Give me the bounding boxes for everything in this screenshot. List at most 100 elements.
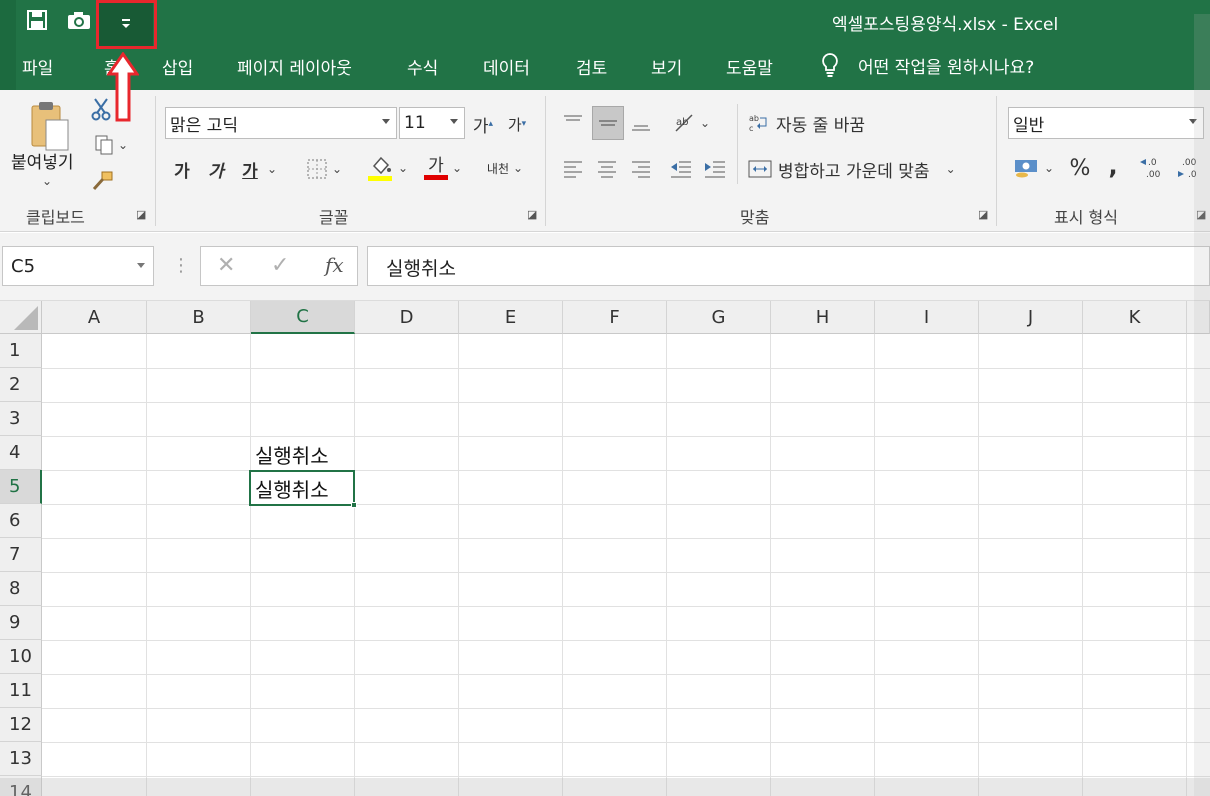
orientation-button[interactable]: ab ⌄	[668, 106, 714, 140]
percent-style-button[interactable]: %	[1064, 152, 1096, 184]
row-header-5[interactable]: 5	[0, 470, 42, 504]
wrap-text-icon: abc	[749, 114, 767, 133]
column-header-d[interactable]: D	[355, 301, 459, 334]
font-color-button[interactable]: 가 ⌄	[418, 152, 468, 184]
decrease-indent-icon[interactable]	[666, 152, 696, 186]
column-header-k[interactable]: K	[1083, 301, 1187, 334]
group-separator	[996, 96, 997, 226]
merge-center-icon	[748, 160, 772, 178]
grow-font-button[interactable]: 가 ▴	[469, 110, 497, 138]
gridline	[562, 334, 563, 796]
font-name-combo[interactable]: 맑은 고딕	[165, 107, 397, 139]
wrap-text-button[interactable]: ab c 자동 줄 바꿈	[748, 108, 865, 138]
align-right-icon[interactable]	[626, 152, 656, 186]
italic-button[interactable]: 가	[204, 154, 228, 184]
font-launcher-icon[interactable]: ◪	[527, 208, 537, 221]
phonetic-button[interactable]: 내천 ⌄	[480, 152, 530, 184]
tab-insert[interactable]: 삽입	[162, 54, 193, 79]
row-header-4[interactable]: 4	[0, 436, 42, 470]
merge-center-button[interactable]: 병합하고 가운데 맞춤 ⌄	[748, 154, 956, 184]
column-header-b[interactable]: B	[147, 301, 251, 334]
tab-page-layout[interactable]: 페이지 레이아웃	[237, 54, 352, 79]
font-name-value: 맑은 고딕	[170, 115, 238, 136]
row-header-13[interactable]: 13	[0, 742, 42, 776]
copy-button[interactable]: ⌄	[88, 132, 134, 158]
row-header-6[interactable]: 6	[0, 504, 42, 538]
insert-function-button[interactable]: fx	[325, 253, 344, 277]
tab-view[interactable]: 보기	[651, 54, 682, 79]
align-left-icon[interactable]	[558, 152, 588, 186]
row-header-3[interactable]: 3	[0, 402, 42, 436]
align-middle-icon[interactable]	[592, 106, 624, 140]
formula-bar-grip-icon[interactable]: ⋮	[172, 255, 190, 276]
formula-input[interactable]: 실행취소	[367, 246, 1210, 286]
select-all-button[interactable]	[0, 301, 42, 334]
row-header-1[interactable]: 1	[0, 334, 42, 368]
gridline	[146, 334, 147, 796]
title-bar: 엑셀포스팅용양식.xlsx - Excel 파일 홈 삽입 페이지 레이아웃 수…	[0, 0, 1210, 90]
active-cell-selection[interactable]	[249, 470, 357, 508]
font-size-value: 11	[404, 113, 426, 133]
row-header-10[interactable]: 10	[0, 640, 42, 674]
align-bottom-icon[interactable]	[626, 106, 656, 140]
alignment-launcher-icon[interactable]: ◪	[978, 208, 988, 221]
bold-button[interactable]: 가	[170, 154, 194, 184]
cell-c4[interactable]: 실행취소	[255, 440, 329, 469]
font-color-label: 가	[428, 155, 444, 176]
gridline	[1082, 334, 1083, 796]
cancel-entry-icon[interactable]: ✕	[217, 253, 235, 278]
tab-formulas[interactable]: 수식	[407, 54, 438, 79]
accounting-format-button[interactable]: ⌄	[1010, 152, 1058, 184]
row-header-7[interactable]: 7	[0, 538, 42, 572]
clipboard-launcher-icon[interactable]: ◪	[136, 208, 146, 221]
column-header-a[interactable]: A	[42, 301, 147, 334]
number-format-combo[interactable]: 일반	[1008, 107, 1204, 139]
name-box[interactable]: C5	[2, 246, 154, 286]
column-header-e[interactable]: E	[459, 301, 563, 334]
row-header-2[interactable]: 2	[0, 368, 42, 402]
column-header-c[interactable]: C	[251, 301, 355, 334]
tab-help[interactable]: 도움말	[726, 54, 773, 79]
underline-button[interactable]: 가	[238, 154, 262, 184]
borders-button[interactable]: ⌄	[300, 156, 348, 182]
row-header-12[interactable]: 12	[0, 708, 42, 742]
gridline	[250, 334, 251, 796]
align-top-icon[interactable]	[558, 106, 588, 140]
paste-dropdown-icon[interactable]: ⌄	[42, 174, 52, 188]
column-header-g[interactable]: G	[667, 301, 771, 334]
row-header-9[interactable]: 9	[0, 606, 42, 640]
tab-data[interactable]: 데이터	[483, 54, 530, 79]
tell-me-text: 어떤 작업을 원하시나요?	[858, 57, 1035, 78]
annotation-arrow-icon	[107, 52, 139, 122]
column-header-i[interactable]: I	[875, 301, 979, 334]
camera-icon[interactable]	[63, 4, 95, 36]
shrink-font-label: 가	[507, 115, 522, 134]
alignment-group-label: 맞춤	[740, 208, 770, 227]
fill-handle[interactable]	[351, 502, 357, 508]
align-center-icon[interactable]	[592, 152, 622, 186]
paste-button[interactable]: 붙여넣기	[11, 148, 74, 173]
tell-me-search[interactable]: 어떤 작업을 원하시나요?	[820, 52, 1034, 78]
row-header-8[interactable]: 8	[0, 572, 42, 606]
column-header-j[interactable]: J	[979, 301, 1083, 334]
fill-color-button[interactable]: ⌄	[364, 152, 412, 184]
font-color-dropdown-icon: ⌄	[451, 161, 463, 175]
tab-file[interactable]: 파일	[22, 54, 53, 79]
shrink-font-button[interactable]: 가 ▾	[503, 110, 531, 138]
save-icon[interactable]	[21, 4, 53, 36]
column-header-h[interactable]: H	[771, 301, 875, 334]
increase-indent-icon[interactable]	[700, 152, 730, 186]
worksheet-grid[interactable]: A B C D E F G H I J K 1 2 3 4 5 6 7 8 9 …	[0, 301, 1210, 796]
window-title: 엑셀포스팅용양식.xlsx - Excel	[832, 15, 1059, 35]
tab-review[interactable]: 검토	[576, 54, 607, 79]
svg-text:.00: .00	[1146, 170, 1161, 180]
enter-entry-icon[interactable]: ✓	[271, 253, 289, 278]
column-header-f[interactable]: F	[563, 301, 667, 334]
wrap-text-label: 자동 줄 바꿈	[776, 115, 866, 136]
row-header-11[interactable]: 11	[0, 674, 42, 708]
format-painter-icon[interactable]	[88, 168, 116, 194]
underline-dropdown-icon[interactable]: ⌄	[267, 162, 277, 176]
comma-style-button[interactable]: ,	[1100, 150, 1126, 182]
font-size-combo[interactable]: 11	[399, 107, 465, 139]
increase-decimal-icon[interactable]: .0.00	[1138, 152, 1170, 184]
